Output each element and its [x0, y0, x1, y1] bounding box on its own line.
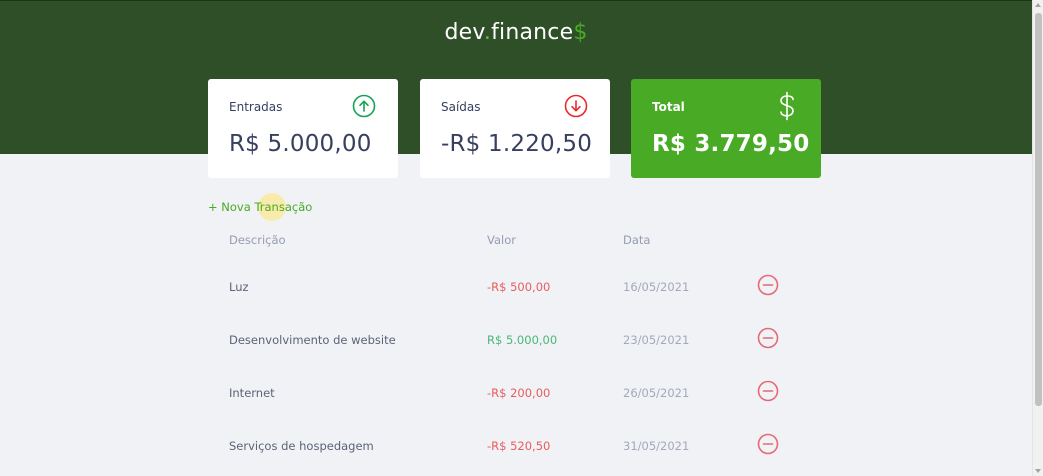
- logo-main-text: dev: [444, 20, 484, 45]
- logo-rest-text: finance: [491, 20, 574, 45]
- transaction-amount: R$ 5.000,00: [487, 333, 558, 347]
- page: dev.finance$ Entradas R$ 5.000,00 Saídas…: [0, 0, 1032, 476]
- remove-transaction-icon[interactable]: [757, 380, 779, 402]
- transaction-amount: -R$ 520,50: [487, 439, 551, 453]
- transaction-description: Luz: [229, 280, 249, 294]
- transaction-date: 16/05/2021: [623, 280, 690, 294]
- scroll-down-arrow-icon[interactable]: [1035, 469, 1041, 473]
- arrow-up-circle-icon: [352, 94, 376, 118]
- income-card-value: R$ 5.000,00: [229, 131, 372, 157]
- remove-transaction-icon[interactable]: [757, 327, 779, 349]
- remove-transaction-icon[interactable]: [757, 274, 779, 296]
- vertical-scrollbar[interactable]: [1032, 0, 1043, 476]
- transaction-date: 31/05/2021: [623, 439, 690, 453]
- arrow-down-circle-icon: [564, 94, 588, 118]
- scroll-up-arrow-icon[interactable]: [1035, 3, 1041, 7]
- expense-card: Saídas -R$ 1.220,50: [420, 79, 610, 178]
- transaction-amount: -R$ 200,00: [487, 386, 551, 400]
- logo-dollar-symbol: $: [573, 20, 588, 45]
- header-date: Data: [623, 233, 651, 247]
- remove-transaction-icon[interactable]: [757, 433, 779, 455]
- app-logo: dev.finance$: [0, 20, 1032, 45]
- total-card-value: R$ 3.779,50: [652, 131, 810, 157]
- transaction-date: 23/05/2021: [623, 333, 690, 347]
- transaction-description: Desenvolvimento de website: [229, 333, 396, 347]
- expense-card-value: -R$ 1.220,50: [441, 131, 593, 157]
- total-card: Total R$ 3.779,50: [631, 79, 821, 178]
- logo-dot: .: [483, 20, 492, 45]
- dollar-sign-icon: [780, 91, 794, 121]
- income-card: Entradas R$ 5.000,00: [208, 79, 398, 178]
- header-description: Descrição: [229, 233, 286, 247]
- scrollbar-thumb[interactable]: [1035, 13, 1042, 406]
- new-transaction-button[interactable]: + Nova Transação: [208, 200, 312, 214]
- transaction-amount: -R$ 500,00: [487, 280, 551, 294]
- transaction-description: Serviços de hospedagem: [229, 439, 374, 453]
- transaction-description: Internet: [229, 386, 275, 400]
- transaction-date: 26/05/2021: [623, 386, 690, 400]
- header-amount: Valor: [487, 233, 516, 247]
